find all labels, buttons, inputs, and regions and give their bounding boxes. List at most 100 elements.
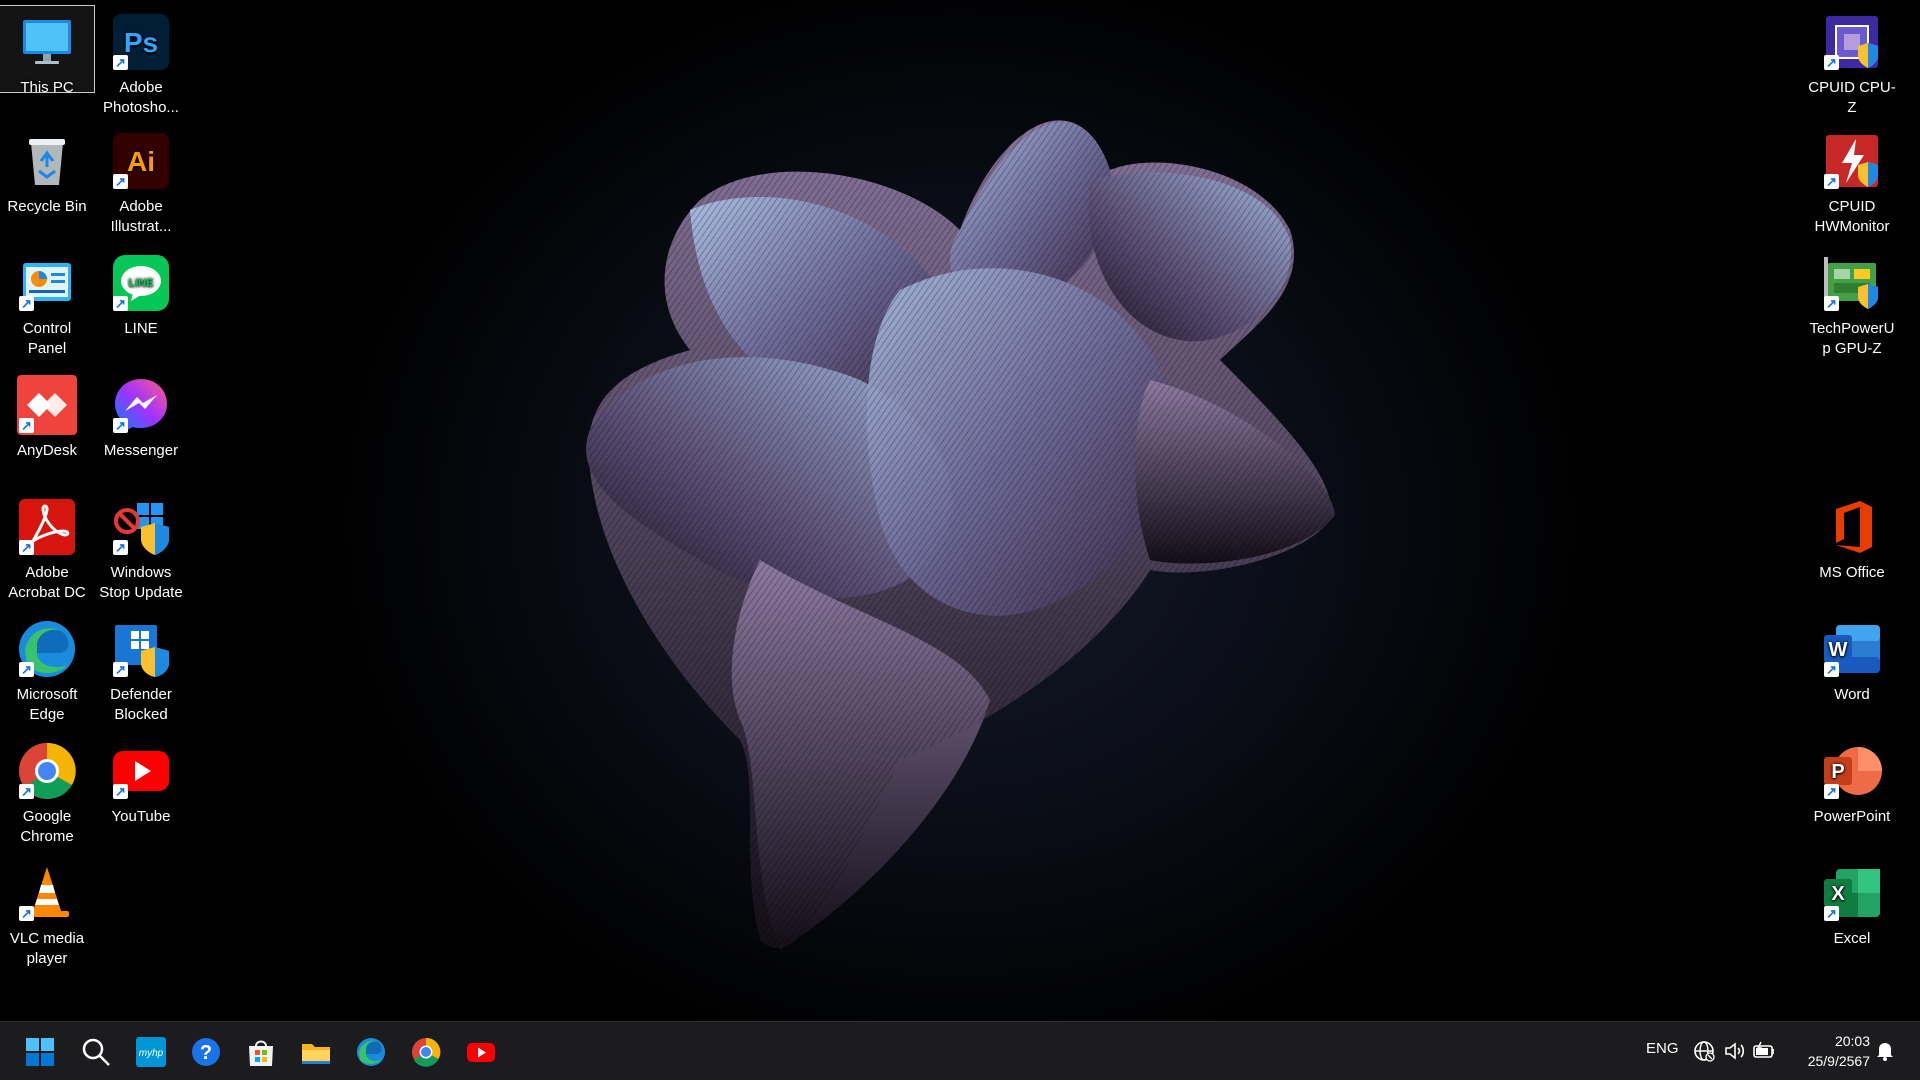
desktop-icon-label: MS Office [1819,564,1885,581]
desktop-icon-hwmonitor[interactable]: ↗ CPUID HWMonitor [1805,125,1899,237]
shortcut-arrow-icon: ↗ [1824,784,1839,799]
desktop-icon-edge[interactable]: ↗ Microsoft Edge [0,613,94,725]
desktop-icon-label: Microsoft Edge [16,686,78,723]
shortcut-arrow-icon: ↗ [113,540,128,555]
desktop-icon-chrome[interactable]: ↗ Google Chrome [0,735,94,847]
shortcut-arrow-icon: ↗ [1824,296,1839,311]
shortcut-arrow-icon: ↗ [113,296,128,311]
edge-icon [357,1038,385,1066]
shortcut-arrow-icon: ↗ [113,55,128,70]
desktop-icon-powerpoint[interactable]: P ↗ PowerPoint [1805,735,1899,827]
shortcut-arrow-icon: ↗ [19,784,34,799]
anydesk-icon: ↗ [17,375,77,435]
windows-start-icon [26,1038,54,1066]
desktop-icon-vlc[interactable]: ↗ VLC media player [0,857,94,969]
svg-text:P: P [1831,761,1844,783]
volume-icon[interactable] [1723,1039,1747,1063]
network-icon[interactable] [1692,1039,1716,1063]
shortcut-arrow-icon: ↗ [113,784,128,799]
shortcut-arrow-icon: ↗ [113,662,128,677]
search-button[interactable] [76,1032,116,1072]
illustrator-icon: Ai ↗ [111,131,171,191]
youtube-icon [467,1043,495,1062]
desktop-icon-label: Control Panel [22,320,72,357]
desktop-icon-label: Word [1834,686,1870,703]
desktop-icon-line[interactable]: LINE ↗ LINE [94,247,188,339]
desktop-icon-label: Recycle Bin [7,198,87,215]
monitor-icon [17,12,77,72]
battery-icon[interactable] [1752,1039,1776,1063]
help-icon: ? [192,1038,220,1066]
desktop-icon-control-panel[interactable]: ↗ Control Panel [0,247,94,359]
desktop-icon-label: Excel [1833,930,1871,947]
desktop-icon-anydesk[interactable]: ↗ AnyDesk [0,369,94,461]
svg-text:Ps: Ps [124,27,158,58]
desktop-icon-label: TechPowerUp GPU-Z [1809,320,1895,357]
myhp-icon: myhp [136,1037,166,1067]
microsoft-store-icon [249,1040,273,1066]
desktop-icon-recycle-bin[interactable]: Recycle Bin [0,125,94,217]
taskbar-myhp[interactable]: myhp [131,1032,171,1072]
recycle-bin-icon [17,131,77,191]
taskbar-help[interactable]: ? [186,1032,226,1072]
desktop-icon-cpuz[interactable]: ↗ CPUID CPU-Z [1805,6,1899,118]
desktop-icon-photoshop[interactable]: Ps ↗ Adobe Photosho... [94,6,188,118]
desktop-icon-youtube[interactable]: ↗ YouTube [94,735,188,827]
notification-bell-icon[interactable] [1873,1039,1897,1063]
taskbar-youtube[interactable] [461,1032,501,1072]
desktop-icon-label: LINE [124,320,158,337]
svg-text:X: X [1831,883,1845,905]
desktop-icon-label: Windows Stop Update [99,564,183,601]
svg-text:W: W [1829,639,1848,661]
word-icon: W ↗ [1822,619,1882,679]
shortcut-arrow-icon: ↗ [19,418,34,433]
photoshop-icon: Ps ↗ [111,12,171,72]
taskbar: myhp ? ENG 20:03 25/9/2567 [0,1021,1920,1080]
gpu-z-icon: ↗ [1822,253,1882,313]
desktop-icon-windows-stop-update[interactable]: ↗ Windows Stop Update [94,491,188,603]
shortcut-arrow-icon: ↗ [19,540,34,555]
svg-text:?: ? [200,1042,212,1064]
desktop-icon-this-pc[interactable]: This PC [0,5,95,96]
desktop-icon-word[interactable]: W ↗ Word [1805,613,1899,705]
desktop-icon-label: Adobe Illustrat... [110,198,172,235]
taskbar-edge[interactable] [351,1032,391,1072]
svg-text:Ai: Ai [127,146,155,177]
desktop-icon-label: PowerPoint [1813,808,1891,825]
clock-date: 25/9/2567 [1807,1053,1870,1069]
svg-text:myhp: myhp [139,1048,164,1059]
shortcut-arrow-icon: ↗ [19,906,34,921]
shortcut-arrow-icon: ↗ [19,662,34,677]
excel-icon: X ↗ [1822,863,1882,923]
desktop-icon-label: Defender Blocked [110,686,172,723]
desktop-icon-defender-blocked[interactable]: ↗ Defender Blocked [94,613,188,725]
desktop-icon-label: Adobe Photosho... [103,79,179,116]
svg-text:LINE: LINE [128,277,153,289]
desktop-icon-label: Messenger [103,442,179,459]
powerpoint-icon: P ↗ [1822,741,1882,801]
shortcut-arrow-icon: ↗ [113,174,128,189]
acrobat-icon: ↗ [17,497,77,557]
desktop-icon-excel[interactable]: X ↗ Excel [1805,857,1899,949]
shortcut-arrow-icon: ↗ [19,296,34,311]
messenger-icon: ↗ [111,375,171,435]
desktop-icon-gpuz[interactable]: ↗ TechPowerUp GPU-Z [1805,247,1899,359]
search-icon [82,1038,110,1066]
defender-shield-icon: ↗ [111,619,171,679]
taskbar-file-explorer[interactable] [296,1032,336,1072]
desktop-icon-acrobat[interactable]: ↗ Adobe Acrobat DC [0,491,94,603]
start-button[interactable] [20,1032,60,1072]
shortcut-arrow-icon: ↗ [1824,174,1839,189]
desktop-icon-messenger[interactable]: ↗ Messenger [94,369,188,461]
desktop-icon-illustrator[interactable]: Ai ↗ Adobe Illustrat... [94,125,188,237]
taskbar-chrome[interactable] [406,1032,446,1072]
line-icon: LINE ↗ [111,253,171,313]
youtube-icon: ↗ [111,741,171,801]
hwmonitor-icon: ↗ [1822,131,1882,191]
vlc-cone-icon: ↗ [17,863,77,923]
taskbar-store[interactable] [241,1032,281,1072]
language-indicator[interactable]: ENG [1646,1040,1679,1057]
clock[interactable]: 20:03 25/9/2567 [1790,1031,1870,1071]
desktop-icon-ms-office[interactable]: MS Office [1805,491,1899,583]
desktop-icon-label: YouTube [111,808,171,825]
